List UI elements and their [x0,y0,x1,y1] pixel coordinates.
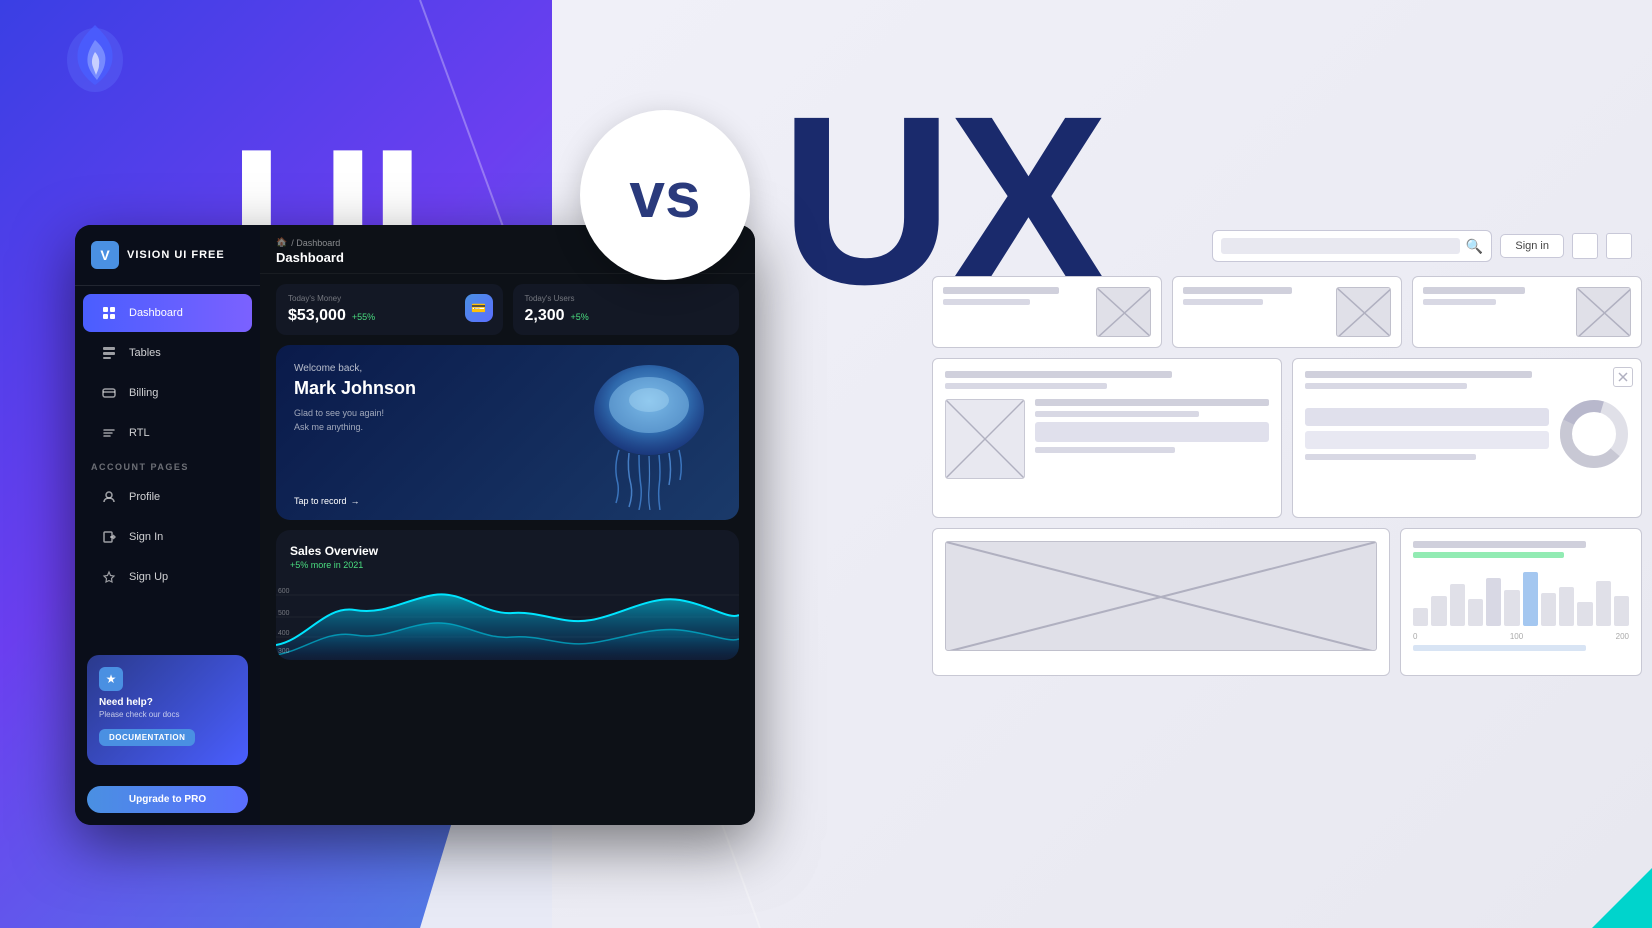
stat-users-label: Today's Users [525,294,728,303]
stats-row: Today's Money $53,000 +55% 💳 Today's Use… [260,274,755,345]
wire-card-1 [932,276,1162,348]
stat-money-change: +55% [352,312,375,322]
wire-search-icon: 🔍 [1466,238,1483,255]
rtl-label: RTL [129,427,150,439]
wire-img-placeholder-3 [1576,287,1631,337]
breadcrumb-path: 🏠 / Dashboard [276,237,340,248]
help-title: Need help? [99,697,236,708]
wire-chart-placeholder [945,399,1025,479]
welcome-content: Welcome back, Mark Johnson Glad to see y… [294,363,416,434]
upgrade-button[interactable]: Upgrade to PRO [87,786,248,813]
dashboard-icon [99,303,119,323]
home-icon: 🏠 [276,237,287,248]
sales-subtitle: +5% more in 2021 [290,560,725,570]
sidebar-item-rtl[interactable]: RTL [83,414,252,452]
account-pages-label: ACCOUNT PAGES [75,454,260,476]
vs-circle: vs [580,110,750,280]
svg-text:400: 400 [278,630,290,637]
welcome-line1: Glad to see you again! [294,407,416,421]
wire-img-placeholder-1 [1096,287,1151,337]
breadcrumb-current: Dashboard [276,250,344,265]
wire-chart-labels: 0100200 [1413,632,1629,641]
svg-text:500: 500 [278,610,290,617]
rtl-icon [99,423,119,443]
wireframe-panel: 🔍 Sign in [922,220,1652,900]
wire-img-placeholder-2 [1336,287,1391,337]
svg-text:300: 300 [278,648,290,655]
sales-card: Sales Overview +5% more in 2021 [276,530,739,660]
tap-record-label: Tap to record [294,496,347,506]
sidebar-item-billing[interactable]: Billing [83,374,252,412]
wire-search-bar[interactable]: 🔍 [1212,230,1492,262]
stat-money-label: Today's Money [288,294,491,303]
tap-record-arrow: → [351,496,360,506]
profile-icon [99,487,119,507]
wire-cards-row-1 [932,276,1642,348]
breadcrumb-separator: / Dashboard [291,238,340,248]
jellyfish-illustration [569,355,729,510]
sidebar-item-tables[interactable]: Tables [83,334,252,372]
sidebar-logo-text: VISION UI FREE [127,249,225,261]
wire-card-close [1613,367,1633,387]
dashboard-label: Dashboard [129,307,183,319]
sales-chart: 600 500 400 300 [276,575,739,660]
sidebar-item-profile[interactable]: Profile [83,478,252,516]
billing-icon [99,383,119,403]
logo-icon [50,10,140,100]
vision-logo-icon: V [91,241,119,269]
wire-active-users-card: 0100200 [1400,528,1642,676]
wire-bottom-card-1 [932,528,1390,676]
stat-money-row: $53,000 +55% [288,307,491,325]
wire-bar-chart [1413,566,1629,626]
welcome-greeting: Welcome back, [294,363,416,374]
main-content: 🏠 / Dashboard Dashboard Today's Money $5… [260,225,755,825]
stat-users-row: 2,300 +5% [525,307,728,325]
wire-sq-btn-2[interactable] [1606,233,1632,259]
help-subtitle: Please check our docs [99,710,236,719]
tap-record[interactable]: Tap to record → [294,496,360,506]
stat-money-icon: 💳 [465,294,493,322]
welcome-name: Mark Johnson [294,378,416,399]
wire-big-card-2 [1292,358,1642,518]
stat-users-value: 2,300 [525,307,565,325]
signup-icon [99,567,119,587]
wire-donut-chart [1559,399,1629,469]
svg-text:600: 600 [278,588,290,595]
help-box: ★ Need help? Please check our docs DOCUM… [87,655,248,765]
sidebar-logo: V VISION UI FREE [75,241,260,286]
help-star-icon: ★ [99,667,123,691]
signup-label: Sign Up [129,571,168,583]
wire-card-3 [1412,276,1642,348]
tables-icon [99,343,119,363]
sidebar-item-dashboard[interactable]: Dashboard [83,294,252,332]
wire-signin-button[interactable]: Sign in [1500,234,1564,258]
welcome-line2: Ask me anything. [294,421,416,435]
sidebar: V VISION UI FREE Dashboard [75,225,260,825]
wire-topbar-container: 🔍 Sign in [932,230,1642,262]
welcome-card: Welcome back, Mark Johnson Glad to see y… [276,345,739,520]
wire-card-2 [1172,276,1402,348]
wire-cards-row-3: 0100200 [932,528,1642,676]
dashboard-mockup: V VISION UI FREE Dashboard [75,225,755,825]
profile-label: Profile [129,491,160,503]
tables-label: Tables [129,347,161,359]
stat-card-users: Today's Users 2,300 +5% [513,284,740,335]
signin-icon [99,527,119,547]
wire-big-img-placeholder [945,541,1377,651]
billing-label: Billing [129,387,158,399]
wire-search-input[interactable] [1221,238,1460,254]
documentation-button[interactable]: DOCUMENTATION [99,729,195,746]
stat-users-change: +5% [571,312,589,322]
stat-money-value: $53,000 [288,307,346,325]
sidebar-item-signup[interactable]: Sign Up [83,558,252,596]
wire-sq-btn-1[interactable] [1572,233,1598,259]
signin-label: Sign In [129,531,163,543]
wire-big-card-1 [932,358,1282,518]
sales-title: Sales Overview [290,544,725,558]
stat-card-money: Today's Money $53,000 +55% 💳 [276,284,503,335]
sidebar-item-signin[interactable]: Sign In [83,518,252,556]
vs-label: vs [629,158,700,232]
wire-cards-row-2 [932,358,1642,518]
